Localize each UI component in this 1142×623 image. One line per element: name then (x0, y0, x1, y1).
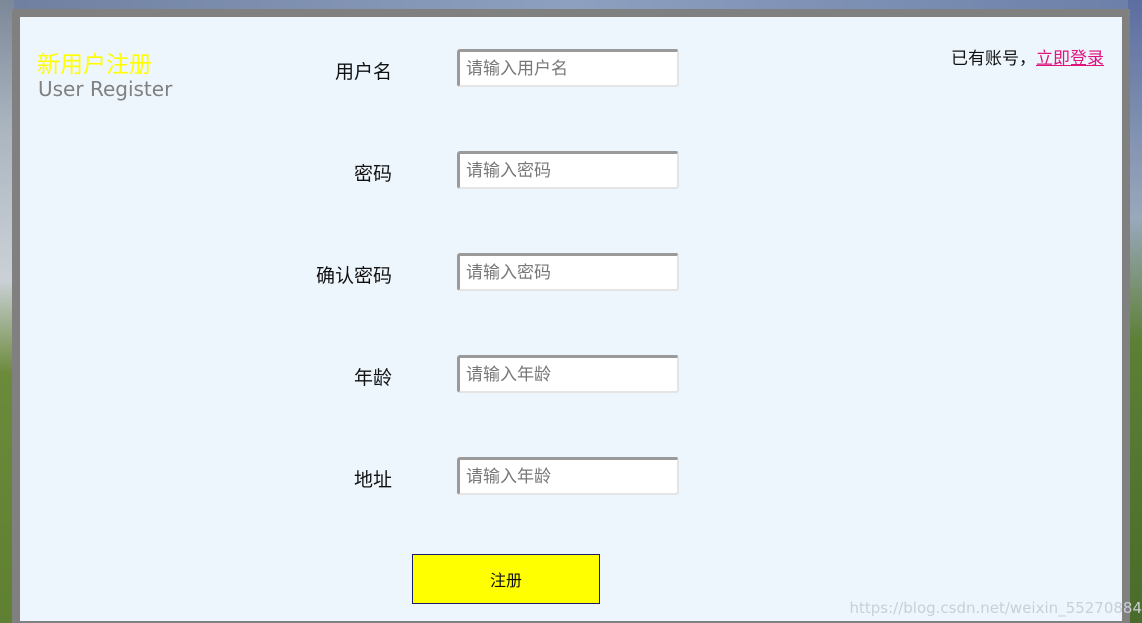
confirm-password-label: 确认密码 (315, 265, 392, 287)
age-label: 年龄 (353, 367, 392, 389)
register-panel: 新用户注册 User Register 已有账号，立即登录 用户名 密码 确认密… (12, 9, 1130, 623)
watermark: https://blog.csdn.net/weixin_55270884 (849, 599, 1142, 617)
form-row-confirm-password: 确认密码 (20, 253, 720, 293)
form-row-password: 密码 (20, 151, 720, 191)
age-input[interactable] (457, 355, 679, 393)
register-button[interactable]: 注册 (412, 554, 600, 604)
background-photo-right (1128, 0, 1142, 623)
login-prompt-text: 已有账号， (951, 49, 1036, 69)
address-label: 地址 (353, 469, 392, 491)
login-hint: 已有账号，立即登录 (951, 44, 1104, 69)
username-input[interactable] (457, 49, 679, 87)
login-link[interactable]: 立即登录 (1036, 49, 1104, 69)
confirm-password-input[interactable] (457, 253, 679, 291)
address-input[interactable] (457, 457, 679, 495)
form-row-username: 用户名 (20, 49, 720, 89)
password-label: 密码 (353, 163, 392, 185)
password-input[interactable] (457, 151, 679, 189)
form-row-age: 年龄 (20, 355, 720, 395)
username-label: 用户名 (334, 61, 392, 83)
form-row-address: 地址 (20, 457, 720, 497)
